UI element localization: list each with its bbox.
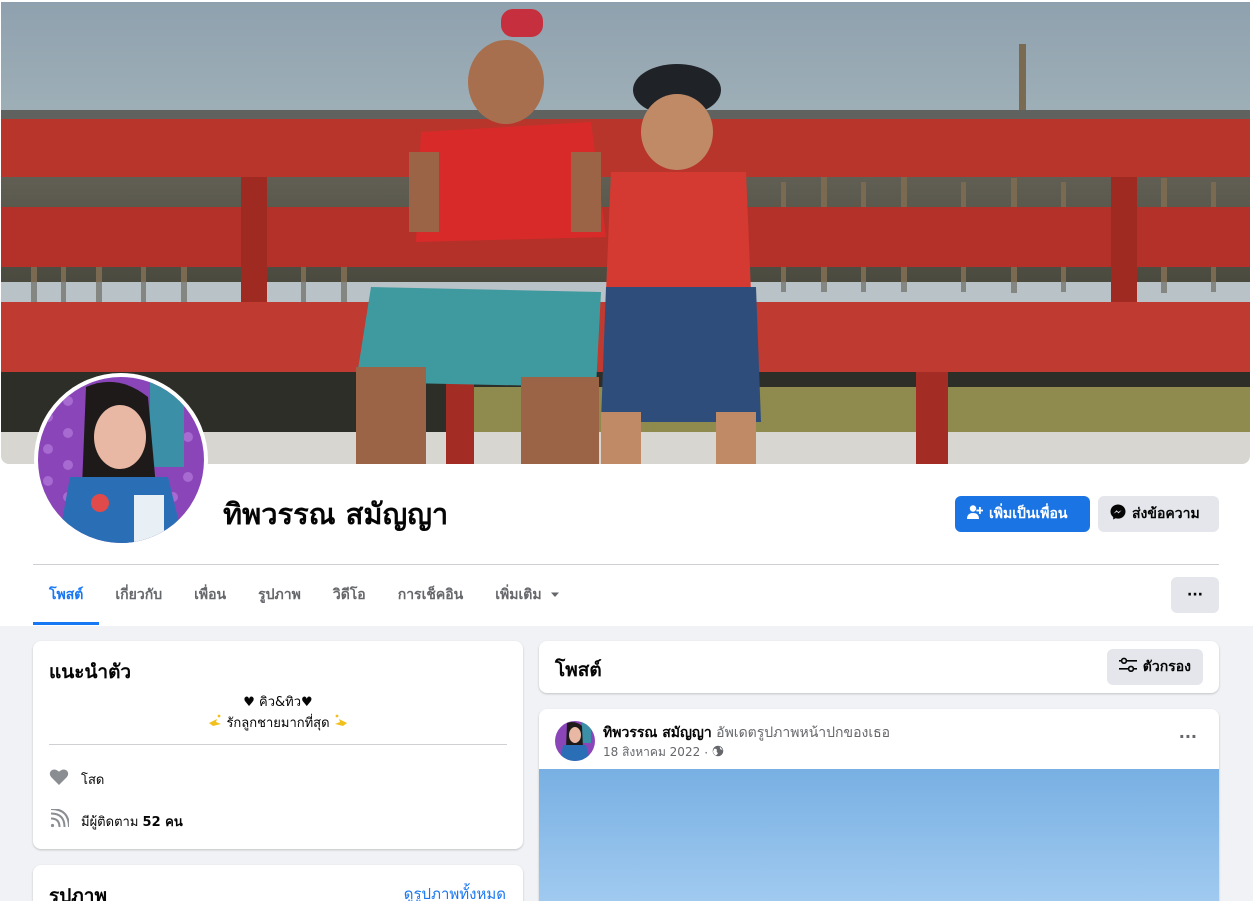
- post-menu-button[interactable]: ···: [1179, 727, 1197, 746]
- post-date[interactable]: 18 สิงหาคม 2022: [603, 743, 700, 762]
- rss-icon: [49, 808, 70, 833]
- tab-about-label: เกี่ยวกับ: [115, 587, 163, 603]
- globe-icon: [712, 745, 724, 760]
- see-all-photos-link[interactable]: ดูรูปภาพทั้งหมด: [404, 882, 506, 901]
- profile-picture: [38, 377, 204, 543]
- bio-line-1: ♥ คิว&ทิว♥: [243, 695, 313, 710]
- tab-posts[interactable]: โพสต์: [33, 565, 100, 625]
- add-friend-button[interactable]: เพิ่มเป็นเพื่อน: [955, 496, 1090, 532]
- post-author-avatar[interactable]: [555, 721, 595, 761]
- tab-checkins-label: การเช็คอิน: [397, 587, 464, 603]
- cover-image: [1, 2, 1250, 464]
- filter-button[interactable]: ตัวกรอง: [1106, 649, 1203, 685]
- photos-card: รูปภาพ ดูรูปภาพทั้งหมด: [33, 865, 523, 901]
- more-dots-icon: ···: [1187, 587, 1203, 603]
- add-friend-label: เพิ่มเป็นเพื่อน: [989, 506, 1068, 522]
- tab-videos[interactable]: วิดีโอ: [317, 565, 382, 625]
- post-cover-image[interactable]: [539, 769, 1219, 901]
- post-author-line: ทิพวรรณ สมัญญา อัพเดตรูปภาพหน้าปกของเธอ: [603, 722, 890, 744]
- meta-separator: ·: [704, 745, 709, 760]
- tab-more-label: เพิ่มเติม: [495, 587, 542, 603]
- sliders-icon: [1118, 657, 1137, 677]
- filter-label: ตัวกรอง: [1142, 659, 1191, 675]
- followers-count[interactable]: 52 คน: [143, 815, 183, 830]
- caret-down-icon: [550, 587, 560, 603]
- post-action-text: อัพเดตรูปภาพหน้าปกของเธอ: [716, 725, 891, 741]
- relationship-row: โสด: [49, 767, 104, 791]
- profile-more-button[interactable]: ···: [1171, 577, 1219, 613]
- photos-title: รูปภาพ: [49, 885, 107, 901]
- tab-about[interactable]: เกี่ยวกับ: [99, 565, 178, 625]
- tab-posts-label: โพสต์: [49, 587, 84, 603]
- fairy-sparkle-icon: [208, 713, 222, 734]
- relationship-status: โสด: [81, 772, 105, 788]
- followers-prefix: มีผู้ติดตาม: [81, 814, 139, 830]
- post-card: ทิพวรรณ สมัญญา อัพเดตรูปภาพหน้าปกของเธอ …: [539, 709, 1219, 901]
- bio-text: ♥ คิว&ทิว♥ รักลูกชายมากที่สุด: [49, 693, 507, 734]
- cover-photo[interactable]: [1, 2, 1250, 464]
- intro-title: แนะนำตัว: [49, 661, 132, 683]
- message-button[interactable]: ส่งข้อความ: [1098, 496, 1219, 532]
- heart-icon: [49, 767, 69, 791]
- bio-line-2: รักลูกชายมากที่สุด: [226, 715, 330, 731]
- posts-header-card: โพสต์ ตัวกรอง: [539, 641, 1219, 693]
- intro-card: แนะนำตัว ♥ คิว&ทิว♥ รักลูกชายมากที่สุด โ…: [33, 641, 523, 849]
- profile-name: ทิพวรรณ สมัญญา: [223, 497, 449, 531]
- fairy-sparkle-icon: [334, 713, 348, 734]
- profile-tabs: โพสต์ เกี่ยวกับ เพื่อน รูปภาพ วิดีโอ การ…: [33, 565, 576, 625]
- message-label: ส่งข้อความ: [1132, 506, 1200, 522]
- posts-title: โพสต์: [555, 659, 602, 681]
- followers-row: มีผู้ติดตาม 52 คน: [49, 808, 183, 833]
- tab-videos-label: วิดีโอ: [332, 587, 366, 603]
- person-plus-icon: [967, 504, 984, 524]
- messenger-icon: [1110, 504, 1126, 524]
- intro-divider: [49, 744, 507, 745]
- post-meta: 18 สิงหาคม 2022 ·: [603, 743, 724, 762]
- profile-header: ทิพวรรณ สมัญญา เพิ่มเป็นเพื่อน ส่งข้อควา…: [0, 0, 1253, 626]
- tab-checkins[interactable]: การเช็คอิน: [382, 565, 480, 625]
- tab-friends[interactable]: เพื่อน: [178, 565, 242, 625]
- tab-friends-label: เพื่อน: [194, 587, 227, 603]
- tab-photos[interactable]: รูปภาพ: [242, 565, 317, 625]
- tab-more[interactable]: เพิ่มเติม: [479, 565, 575, 625]
- tab-photos-label: รูปภาพ: [258, 587, 301, 603]
- profile-avatar[interactable]: [34, 373, 208, 547]
- post-author-name[interactable]: ทิพวรรณ สมัญญา: [603, 725, 712, 741]
